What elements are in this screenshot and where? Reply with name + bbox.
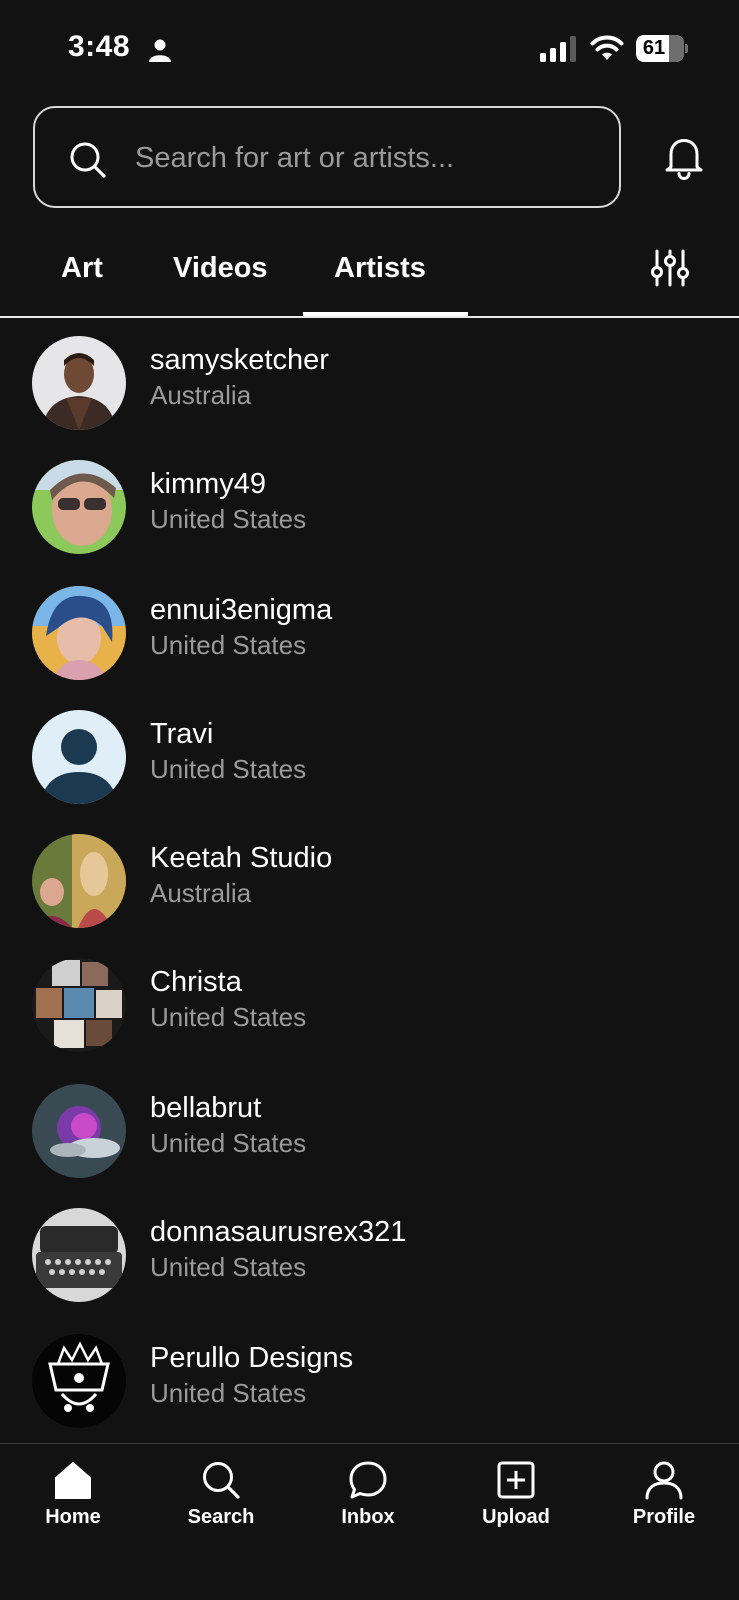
artist-country: Australia <box>150 380 252 410</box>
active-tab-indicator <box>303 312 468 316</box>
search-icon <box>203 1462 240 1499</box>
avatar <box>32 1208 126 1302</box>
status-time: 3:48 <box>68 30 131 63</box>
nav-home-label: Home <box>45 1506 101 1528</box>
nav-search[interactable]: Search <box>166 1444 276 1544</box>
home-icon <box>55 1462 91 1499</box>
person-icon <box>149 39 171 62</box>
list-item[interactable]: ennui3enigma United States <box>0 586 739 696</box>
artist-country: United States <box>150 754 307 784</box>
nav-search-label: Search <box>187 1506 255 1528</box>
avatar <box>32 336 126 430</box>
bell-icon[interactable] <box>662 134 706 180</box>
tab-artists[interactable]: Artists <box>334 252 426 285</box>
default-avatar-icon <box>32 710 126 804</box>
artist-name: Perullo Designs <box>150 1342 354 1374</box>
nav-profile[interactable]: Profile <box>609 1444 719 1544</box>
sliders-icon[interactable] <box>650 248 690 288</box>
avatar <box>32 958 126 1052</box>
search-input[interactable] <box>135 138 595 178</box>
wifi-icon <box>590 35 624 60</box>
avatar <box>32 1084 126 1178</box>
plus-square-icon <box>497 1461 535 1499</box>
cellular-signal-icon <box>540 36 576 62</box>
artist-name: samysketcher <box>150 344 329 376</box>
nav-upload-label: Upload <box>482 1506 550 1528</box>
list-item[interactable]: samysketcher Australia <box>0 336 739 446</box>
avatar <box>32 460 126 554</box>
tab-videos[interactable]: Videos <box>173 252 268 285</box>
nav-inbox[interactable]: Inbox <box>313 1444 423 1544</box>
person-icon <box>645 1461 683 1500</box>
list-item[interactable]: Christa United States <box>0 958 739 1068</box>
nav-profile-label: Profile <box>632 1506 696 1528</box>
avatar <box>32 834 126 928</box>
chat-bubble-icon <box>349 1461 387 1499</box>
bottom-nav: Home Search Inbox Upload Profile <box>0 1443 739 1600</box>
search-icon <box>70 142 106 178</box>
artist-country: United States <box>150 504 307 534</box>
nav-inbox-label: Inbox <box>341 1506 395 1528</box>
list-item[interactable]: donnasaurusrex321 United States <box>0 1208 739 1318</box>
artist-name: ennui3enigma <box>150 594 333 626</box>
status-bar: 3:48 61 <box>0 0 739 100</box>
artist-name: Keetah Studio <box>150 842 333 874</box>
artist-country: United States <box>150 1378 307 1408</box>
artist-country: United States <box>150 1002 307 1032</box>
nav-home[interactable]: Home <box>18 1444 128 1544</box>
search-bar[interactable] <box>33 106 621 208</box>
list-item[interactable]: bellabrut United States <box>0 1084 739 1194</box>
tab-art[interactable]: Art <box>61 252 103 285</box>
list-item[interactable]: Keetah Studio Australia <box>0 834 739 944</box>
artist-name: bellabrut <box>150 1092 262 1124</box>
list-item[interactable]: kimmy49 United States <box>0 460 739 570</box>
nav-upload[interactable]: Upload <box>461 1444 571 1544</box>
artist-country: Australia <box>150 878 252 908</box>
artist-country: United States <box>150 630 307 660</box>
avatar <box>32 586 126 680</box>
battery-percent: 61 <box>642 37 666 59</box>
artist-name: donnasaurusrex321 <box>150 1216 407 1248</box>
artist-name: Travi <box>150 718 214 750</box>
artist-country: United States <box>150 1128 307 1158</box>
category-tabs: Art Videos Artists <box>0 240 739 318</box>
artist-name: Christa <box>150 966 242 998</box>
avatar <box>32 710 126 804</box>
artist-country: United States <box>150 1252 307 1282</box>
battery-indicator: 61 <box>636 35 688 62</box>
artist-name: kimmy49 <box>150 468 267 500</box>
list-item[interactable]: Perullo Designs United States <box>0 1334 739 1444</box>
list-item[interactable]: Travi United States <box>0 710 739 820</box>
avatar <box>32 1334 126 1428</box>
